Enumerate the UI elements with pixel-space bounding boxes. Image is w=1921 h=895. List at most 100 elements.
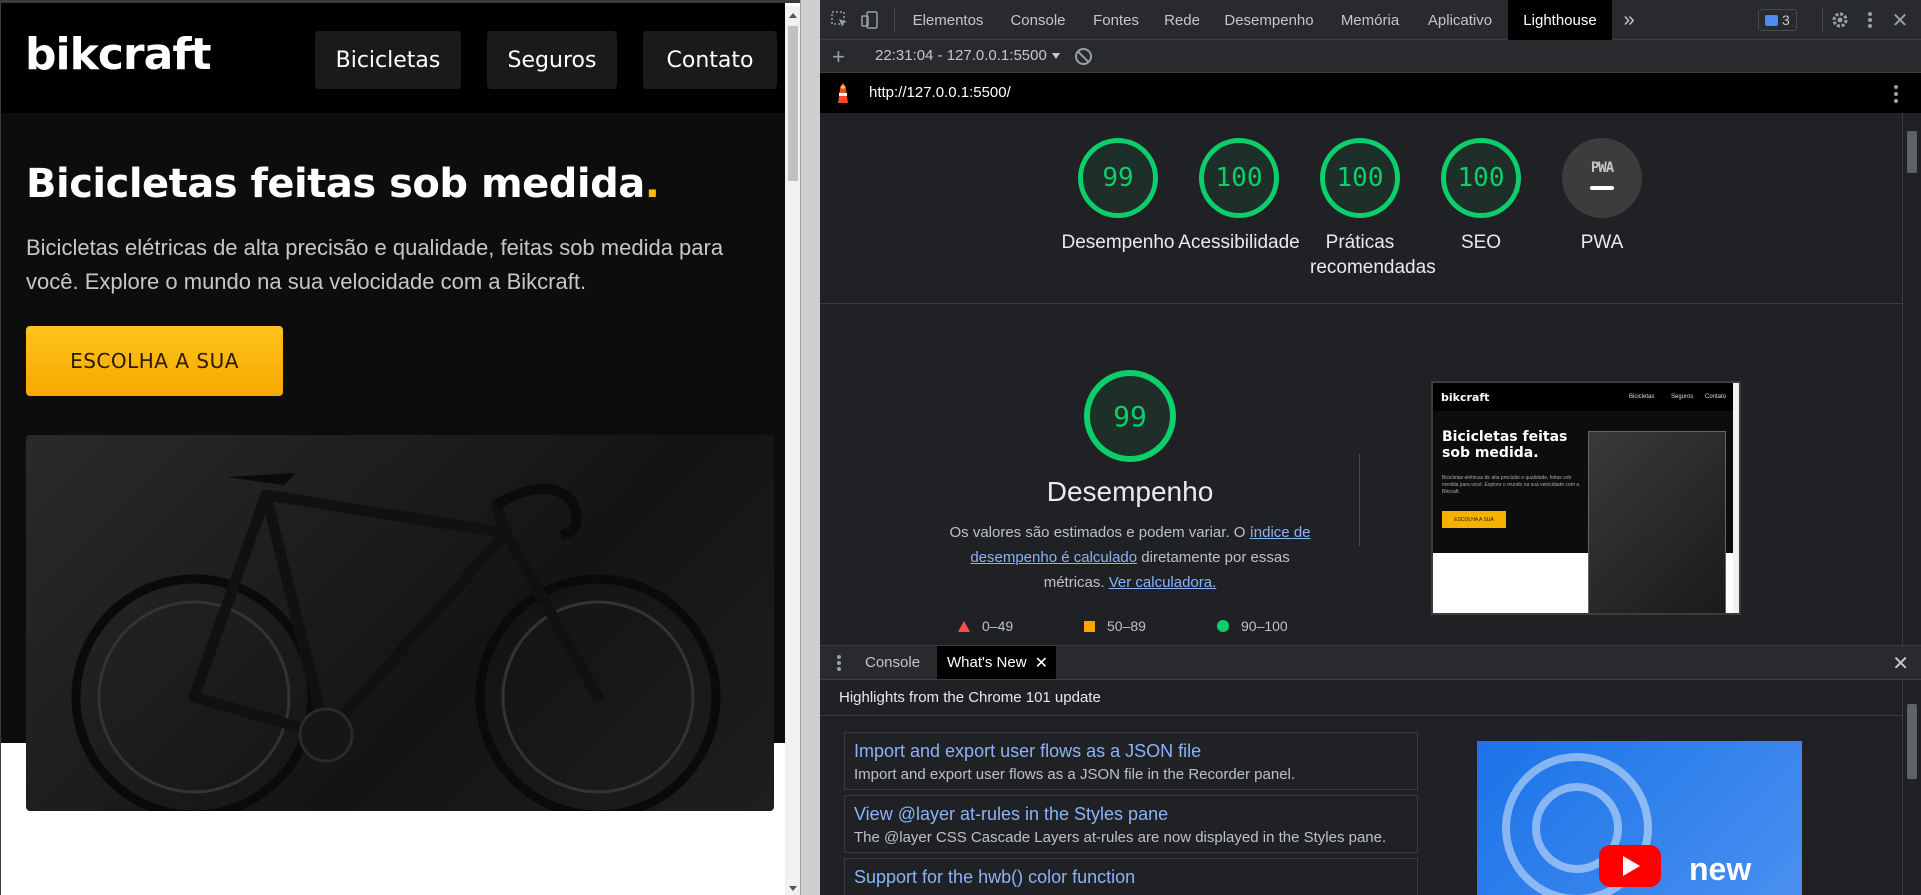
hero-section: Bicicletas feitas sob medida. Bicicletas… bbox=[1, 113, 785, 811]
devtools-panel: Elementos Console Fontes Rede Desempenho… bbox=[820, 0, 1921, 895]
whats-new-item[interactable]: View @layer at-rules in the Styles pane … bbox=[844, 795, 1418, 853]
close-drawer-icon[interactable]: ✕ bbox=[1892, 651, 1909, 676]
screenshot-title: Bicicletas feitas sob medida. bbox=[1442, 429, 1568, 461]
pwa-dash bbox=[1590, 186, 1614, 190]
device-toolbar-icon[interactable] bbox=[860, 10, 880, 30]
settings-gear-icon[interactable] bbox=[1830, 10, 1850, 30]
chevron-down-icon bbox=[1051, 53, 1060, 60]
tab-elementos[interactable]: Elementos bbox=[900, 0, 996, 40]
score-ring: 100 bbox=[1199, 138, 1279, 218]
average-square-icon bbox=[1084, 620, 1095, 632]
tab-lighthouse[interactable]: Lighthouse bbox=[1508, 0, 1612, 40]
whats-new-item[interactable]: Import and export user flows as a JSON f… bbox=[844, 732, 1418, 790]
final-screenshot[interactable]: bikcraft Bicicletas Seguros Contato Bici… bbox=[1431, 381, 1741, 615]
site-scrollbar[interactable] bbox=[785, 6, 800, 895]
hero-title-dot: . bbox=[644, 161, 660, 207]
tab-memoria[interactable]: Memória bbox=[1328, 0, 1412, 40]
toolbar-separator bbox=[894, 9, 895, 31]
gauge-desempenho[interactable]: 99 Desempenho bbox=[1061, 138, 1175, 253]
video-caption: new bbox=[1689, 851, 1752, 887]
tab-aplicativo[interactable]: Aplicativo bbox=[1416, 0, 1504, 40]
hero-description: Bicicletas elétricas de alta precisão e … bbox=[26, 235, 724, 294]
whats-new-video[interactable]: new bbox=[1477, 741, 1802, 895]
screenshot-nav-item: Bicicletas bbox=[1629, 394, 1655, 400]
website-viewport: bikcraft Bicicletas Seguros Contato Bici… bbox=[0, 0, 800, 895]
report-divider bbox=[820, 303, 1902, 304]
tab-rede[interactable]: Rede bbox=[1154, 0, 1210, 40]
legend-label: 90–100 bbox=[1241, 618, 1288, 634]
toolbar-separator bbox=[1822, 9, 1823, 31]
score-ring: 99 bbox=[1078, 138, 1158, 218]
report-selector[interactable]: 22:31:04 - 127.0.0.1:5500 bbox=[875, 47, 1060, 64]
screenshot-nav-item: Seguros bbox=[1671, 394, 1694, 400]
whats-new-title: Highlights from the Chrome 101 update bbox=[839, 689, 1101, 706]
scroll-up-arrow-icon[interactable] bbox=[789, 13, 797, 18]
nav-bicicletas[interactable]: Bicicletas bbox=[315, 31, 461, 89]
close-tab-icon[interactable]: ✕ bbox=[1035, 653, 1048, 673]
gauge-seo[interactable]: 100 SEO bbox=[1441, 138, 1521, 253]
gauge-acessibilidade[interactable]: 100 Acessibilidade bbox=[1178, 138, 1300, 253]
report-scrollbar[interactable] bbox=[1902, 113, 1921, 645]
bike-illustration bbox=[71, 473, 721, 811]
item-title-link[interactable]: Import and export user flows as a JSON f… bbox=[854, 741, 1201, 762]
legend-label: 50–89 bbox=[1107, 618, 1146, 634]
new-report-icon[interactable]: + bbox=[832, 44, 845, 70]
tab-console[interactable]: Console bbox=[998, 0, 1078, 40]
scroll-thumb[interactable] bbox=[1907, 131, 1917, 173]
customize-menu-icon[interactable] bbox=[1860, 10, 1880, 30]
clear-reports-icon[interactable] bbox=[1075, 48, 1092, 65]
site-header: bikcraft Bicicletas Seguros Contato bbox=[1, 3, 785, 113]
item-description: Import and export user flows as a JSON f… bbox=[854, 766, 1296, 783]
scroll-down-arrow-icon[interactable] bbox=[789, 886, 797, 891]
lighthouse-report: 99 Desempenho 100 Acessibilidade 100 Prá… bbox=[820, 113, 1902, 645]
drawer-tabbar: Console What's New ✕ ✕ bbox=[820, 645, 1921, 680]
devtools-splitter[interactable] bbox=[800, 0, 820, 895]
fail-triangle-icon bbox=[958, 620, 970, 632]
message-icon bbox=[1765, 14, 1778, 26]
tab-fontes[interactable]: Fontes bbox=[1082, 0, 1150, 40]
screenshot-text: Bicicletas elétricas de alta precisão e … bbox=[1442, 475, 1580, 495]
pwa-badge-text: PWA bbox=[1590, 160, 1614, 176]
whats-new-list: Import and export user flows as a JSON f… bbox=[820, 716, 1902, 895]
legend-pass: 90–100 bbox=[1217, 618, 1288, 634]
lighthouse-logo-icon bbox=[838, 83, 848, 103]
legend-label: 0–49 bbox=[982, 618, 1014, 634]
view-calculator-link[interactable]: Ver calculadora. bbox=[1109, 574, 1217, 591]
gauge-pwa[interactable]: PWA PWA bbox=[1562, 138, 1642, 253]
bike-image bbox=[26, 435, 774, 811]
pwa-badge-icon: PWA bbox=[1562, 138, 1642, 218]
performance-title: Desempenho bbox=[1046, 476, 1214, 507]
scroll-thumb[interactable] bbox=[788, 26, 798, 181]
nav-seguros[interactable]: Seguros bbox=[487, 31, 617, 89]
section-divider bbox=[1359, 454, 1360, 546]
whats-new-header: Highlights from the Chrome 101 update bbox=[820, 680, 1902, 716]
drawer-menu-icon[interactable] bbox=[837, 655, 841, 673]
tab-label: What's New bbox=[947, 654, 1027, 671]
close-devtools-icon[interactable]: ✕ bbox=[1890, 10, 1910, 32]
legend-average: 50–89 bbox=[1084, 618, 1146, 634]
inspect-element-icon[interactable] bbox=[830, 10, 850, 30]
gauge-label: Acessibilidade bbox=[1178, 232, 1300, 253]
gauge-praticas-recomendadas[interactable]: 100 Práticas recomendadas bbox=[1310, 138, 1436, 278]
screenshot-nav-item: Contato bbox=[1705, 394, 1727, 400]
tab-desempenho[interactable]: Desempenho bbox=[1214, 0, 1324, 40]
nav-contato[interactable]: Contato bbox=[643, 31, 777, 89]
drawer-tab-whats-new[interactable]: What's New ✕ bbox=[937, 646, 1056, 679]
youtube-play-icon[interactable] bbox=[1599, 845, 1661, 887]
report-menu-icon[interactable] bbox=[1894, 85, 1898, 106]
whats-new-item[interactable]: Support for the hwb() color function bbox=[844, 858, 1418, 895]
drawer-tab-console[interactable]: Console bbox=[865, 646, 920, 679]
screenshot-scrollbar bbox=[1733, 383, 1739, 613]
item-title-link[interactable]: View @layer at-rules in the Styles pane bbox=[854, 804, 1168, 825]
scroll-thumb[interactable] bbox=[1907, 704, 1917, 779]
lighthouse-toolbar: + 22:31:04 - 127.0.0.1:5500 bbox=[820, 40, 1921, 73]
issues-badge[interactable]: 3 bbox=[1758, 9, 1797, 31]
item-title-link[interactable]: Support for the hwb() color function bbox=[854, 867, 1135, 888]
screenshot-bike-image bbox=[1588, 431, 1726, 613]
drawer-scrollbar[interactable] bbox=[1902, 680, 1921, 895]
site-logo[interactable]: bikcraft bbox=[25, 29, 211, 80]
score-ring: 99 bbox=[1084, 370, 1176, 462]
more-tabs-icon[interactable]: » bbox=[1616, 0, 1642, 40]
description-text: Os valores são estimados e podem variar.… bbox=[949, 524, 1250, 541]
choose-yours-button[interactable]: ESCOLHA A SUA bbox=[26, 326, 283, 396]
